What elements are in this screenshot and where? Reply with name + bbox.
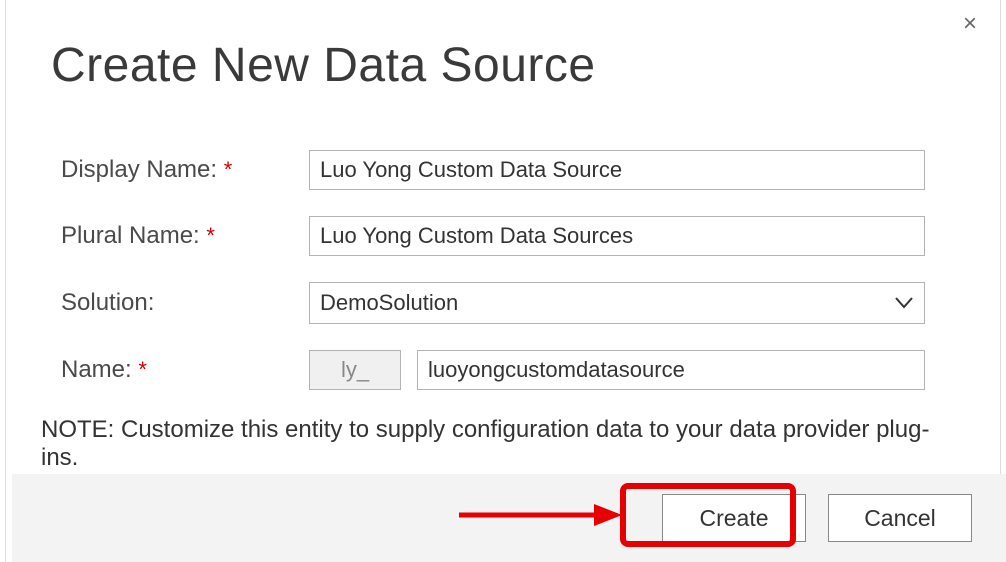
note-text: NOTE: Customize this entity to supply co… (41, 416, 941, 472)
row-display-name: Display Name: * (61, 150, 941, 190)
row-solution: Solution: (61, 282, 941, 324)
dialog-title: Create New Data Source (51, 38, 596, 93)
required-marker: * (206, 223, 215, 248)
create-button[interactable]: Create (662, 494, 806, 542)
solution-select-wrap (309, 282, 925, 324)
display-name-label: Display Name: * (61, 156, 309, 184)
row-name: Name: * (61, 350, 941, 390)
label-text: Display Name: (61, 156, 217, 183)
solution-select[interactable] (309, 282, 925, 324)
solution-label: Solution: (61, 289, 309, 317)
required-marker: * (224, 157, 233, 182)
label-text: Plural Name: (61, 222, 200, 249)
close-icon[interactable]: × (958, 12, 982, 36)
dialog: × Create New Data Source Display Name: *… (5, 0, 1001, 562)
display-name-input[interactable] (309, 150, 925, 190)
label-text: Solution: (61, 289, 154, 316)
label-text: Name: (61, 356, 132, 383)
plural-name-label: Plural Name: * (61, 222, 309, 250)
cancel-button[interactable]: Cancel (828, 494, 972, 542)
required-marker: * (138, 357, 147, 382)
dialog-footer: Create Cancel (12, 474, 1006, 562)
name-input[interactable] (417, 350, 925, 390)
row-plural-name: Plural Name: * (61, 216, 941, 256)
name-label: Name: * (61, 356, 309, 384)
form: Display Name: * Plural Name: * Solution: (61, 150, 941, 472)
plural-name-input[interactable] (309, 216, 925, 256)
name-prefix-input (309, 350, 401, 390)
